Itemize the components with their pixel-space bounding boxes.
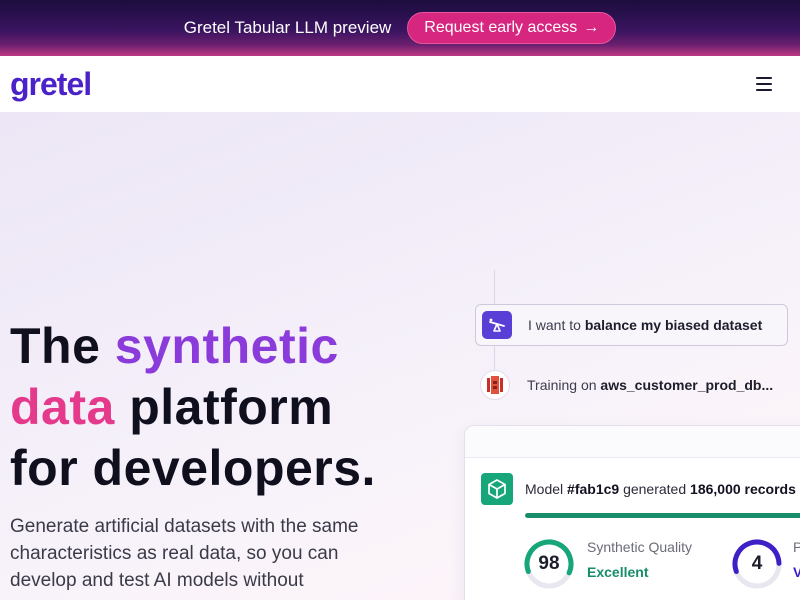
hero-subtext: Generate artificial datasets with the sa… <box>10 516 359 591</box>
model-card-header <box>465 426 800 458</box>
request-early-access-button[interactable]: Request early access → <box>407 12 617 44</box>
model-result-card: Model #fab1c9 generated 186,000 records … <box>464 425 800 600</box>
hamburger-menu-icon[interactable] <box>756 77 772 91</box>
training-status: Training on aws_customer_prod_db... <box>480 370 773 400</box>
prompt-text: I want to balance my biased dataset <box>528 317 763 333</box>
balance-scale-icon <box>482 311 512 339</box>
gretel-logo[interactable]: gretel <box>10 66 92 103</box>
announcement-banner: Gretel Tabular LLM preview Request early… <box>0 0 800 56</box>
banner-text: Gretel Tabular LLM preview <box>183 18 392 37</box>
headline-part-data: data <box>10 379 115 435</box>
top-navbar: gretel <box>0 56 800 112</box>
generation-progress-fill <box>525 513 800 518</box>
aws-database-icon <box>480 370 510 400</box>
request-early-access-label: Request early access <box>424 19 578 36</box>
training-text: Training on aws_customer_prod_db... <box>527 377 774 393</box>
headline-part-the: The <box>10 318 115 374</box>
synthetic-quality-gauge: 98 <box>523 538 575 590</box>
headline-part-developers: for developers. <box>10 440 376 496</box>
privacy-score: 4 <box>751 553 763 574</box>
privacy-label: P <box>793 539 800 555</box>
privacy-value: V <box>793 564 800 580</box>
headline-part-platform: platform <box>114 379 334 435</box>
synthetic-quality-value: Excellent <box>587 564 649 580</box>
generation-progress-bar <box>525 513 800 518</box>
privacy-gauge: 4 <box>731 538 783 590</box>
arrow-right-icon: → <box>583 19 600 36</box>
model-summary: Model #fab1c9 generated 186,000 records <box>525 481 796 497</box>
hero-headline: The synthetic data platform for develope… <box>10 316 450 499</box>
synthetic-quality-score: 98 <box>538 553 560 574</box>
cube-model-icon <box>481 473 513 505</box>
prompt-card: I want to balance my biased dataset <box>475 304 788 346</box>
headline-part-synthetic: synthetic <box>114 318 339 374</box>
synthetic-quality-label: Synthetic Quality <box>587 539 693 555</box>
